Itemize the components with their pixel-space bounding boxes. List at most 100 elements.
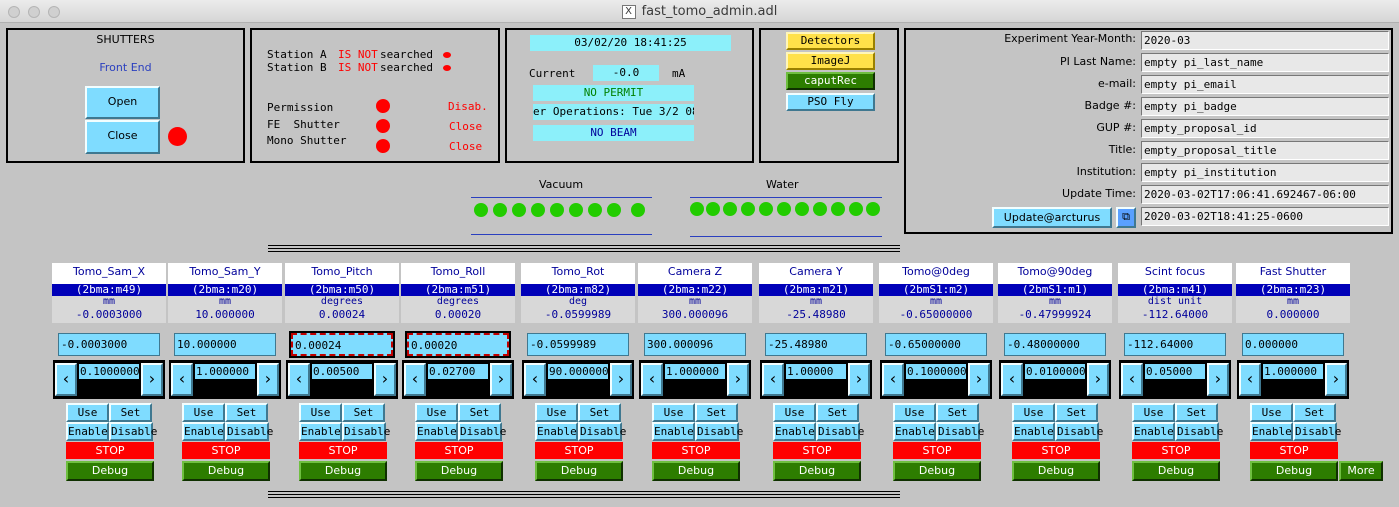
tweak-right-button[interactable]: › [968,363,990,396]
tweak-left-button[interactable]: ‹ [55,363,77,396]
stop-button[interactable]: STOP [415,442,503,459]
tweak-right-button[interactable]: › [374,363,396,396]
debug-button[interactable]: Debug [299,461,387,481]
institution-field[interactable]: empty pi_institution [1141,163,1389,182]
motor-setpoint-input[interactable]: 0.000000 [1242,333,1344,356]
tweak-value-input[interactable]: 1.000000 [1263,364,1323,379]
motor-setpoint-input[interactable]: -25.48980 [765,333,867,356]
stop-button[interactable]: STOP [773,442,861,459]
stop-button[interactable]: STOP [893,442,981,459]
disable-button[interactable]: Disable [1293,422,1341,441]
imagej-button[interactable]: ImageJ [786,52,875,70]
tweak-left-button[interactable]: ‹ [1001,363,1023,396]
tweak-right-button[interactable]: › [1325,363,1347,396]
debug-button[interactable]: Debug [1250,461,1338,481]
tweak-left-button[interactable]: ‹ [288,363,310,396]
enable-button[interactable]: Enable [893,422,936,441]
update-arcturus-button[interactable]: Update@arcturus [992,207,1112,228]
set-button[interactable]: Set [816,403,859,422]
stop-button[interactable]: STOP [299,442,387,459]
gup-field[interactable]: empty_proposal_id [1141,119,1389,138]
tweak-right-button[interactable]: › [848,363,870,396]
enable-button[interactable]: Enable [182,422,225,441]
enable-button[interactable]: Enable [299,422,342,441]
set-button[interactable]: Set [225,403,268,422]
use-button[interactable]: Use [1250,403,1293,422]
motor-setpoint-input[interactable]: 0.00024 [289,331,395,358]
pso-fly-button[interactable]: PSO Fly [786,93,875,111]
motor-setpoint-input[interactable]: -0.0599989 [527,333,629,356]
tweak-value-input[interactable]: 0.01000000 [1025,364,1085,379]
enable-button[interactable]: Enable [535,422,578,441]
debug-button[interactable]: Debug [1132,461,1220,481]
motor-setpoint-input[interactable]: -0.0003000 [58,333,160,356]
motor-setpoint-input[interactable]: 0.00020 [405,331,511,358]
pi-last-name-field[interactable]: empty pi_last_name [1141,53,1389,72]
tweak-right-button[interactable]: › [727,363,749,396]
update-time-field[interactable]: 2020-03-02T17:06:41.692467-06:00 [1141,185,1389,204]
disable-button[interactable]: Disable [695,422,743,441]
motor-setpoint-input[interactable]: -112.64000 [1124,333,1226,356]
close-shutter-button[interactable]: Close [85,120,160,154]
debug-button[interactable]: Debug [535,461,623,481]
set-button[interactable]: Set [342,403,385,422]
year-month-field[interactable]: 2020-03 [1141,31,1389,50]
tweak-left-button[interactable]: ‹ [882,363,904,396]
disable-button[interactable]: Disable [578,422,626,441]
tweak-left-button[interactable]: ‹ [171,363,193,396]
use-button[interactable]: Use [773,403,816,422]
tweak-right-button[interactable]: › [1087,363,1109,396]
enable-button[interactable]: Enable [415,422,458,441]
tweak-value-input[interactable]: 0.05000 [1145,364,1205,379]
stop-button[interactable]: STOP [1250,442,1338,459]
stop-button[interactable]: STOP [66,442,154,459]
debug-button[interactable]: Debug [182,461,270,481]
open-shutter-button[interactable]: Open [85,86,160,119]
title-field[interactable]: empty_proposal_title [1141,141,1389,160]
use-button[interactable]: Use [66,403,109,422]
tweak-left-button[interactable]: ‹ [1239,363,1261,396]
detectors-button[interactable]: Detectors [786,32,875,50]
use-button[interactable]: Use [893,403,936,422]
enable-button[interactable]: Enable [652,422,695,441]
use-button[interactable]: Use [1012,403,1055,422]
disable-button[interactable]: Disable [1175,422,1223,441]
tweak-value-input[interactable]: 0.1000000 [79,364,139,379]
use-button[interactable]: Use [415,403,458,422]
stop-button[interactable]: STOP [182,442,270,459]
set-button[interactable]: Set [936,403,979,422]
disable-button[interactable]: Disable [1055,422,1103,441]
tweak-right-button[interactable]: › [610,363,632,396]
enable-button[interactable]: Enable [1250,422,1293,441]
tweak-value-input[interactable]: 0.02700 [428,364,488,379]
enable-button[interactable]: Enable [1132,422,1175,441]
use-button[interactable]: Use [182,403,225,422]
debug-button[interactable]: Debug [893,461,981,481]
disable-button[interactable]: Disable [225,422,273,441]
debug-button[interactable]: Debug [652,461,740,481]
set-button[interactable]: Set [695,403,738,422]
debug-button[interactable]: Debug [773,461,861,481]
tweak-value-input[interactable]: 0.10000000 [906,364,966,379]
set-button[interactable]: Set [109,403,152,422]
set-button[interactable]: Set [578,403,621,422]
enable-button[interactable]: Enable [773,422,816,441]
tweak-value-input[interactable]: 1.000000 [195,364,255,379]
tweak-left-button[interactable]: ‹ [404,363,426,396]
set-button[interactable]: Set [458,403,501,422]
use-button[interactable]: Use [535,403,578,422]
tweak-left-button[interactable]: ‹ [524,363,546,396]
tweak-left-button[interactable]: ‹ [762,363,784,396]
set-button[interactable]: Set [1175,403,1218,422]
motor-setpoint-input[interactable]: 10.000000 [174,333,276,356]
use-button[interactable]: Use [299,403,342,422]
tweak-right-button[interactable]: › [1207,363,1229,396]
disable-button[interactable]: Disable [816,422,864,441]
badge-field[interactable]: empty pi_badge [1141,97,1389,116]
use-button[interactable]: Use [1132,403,1175,422]
disable-button[interactable]: Disable [342,422,390,441]
debug-button[interactable]: Debug [415,461,503,481]
motor-setpoint-input[interactable]: 300.000096 [644,333,746,356]
tweak-left-button[interactable]: ‹ [641,363,663,396]
set-button[interactable]: Set [1055,403,1098,422]
